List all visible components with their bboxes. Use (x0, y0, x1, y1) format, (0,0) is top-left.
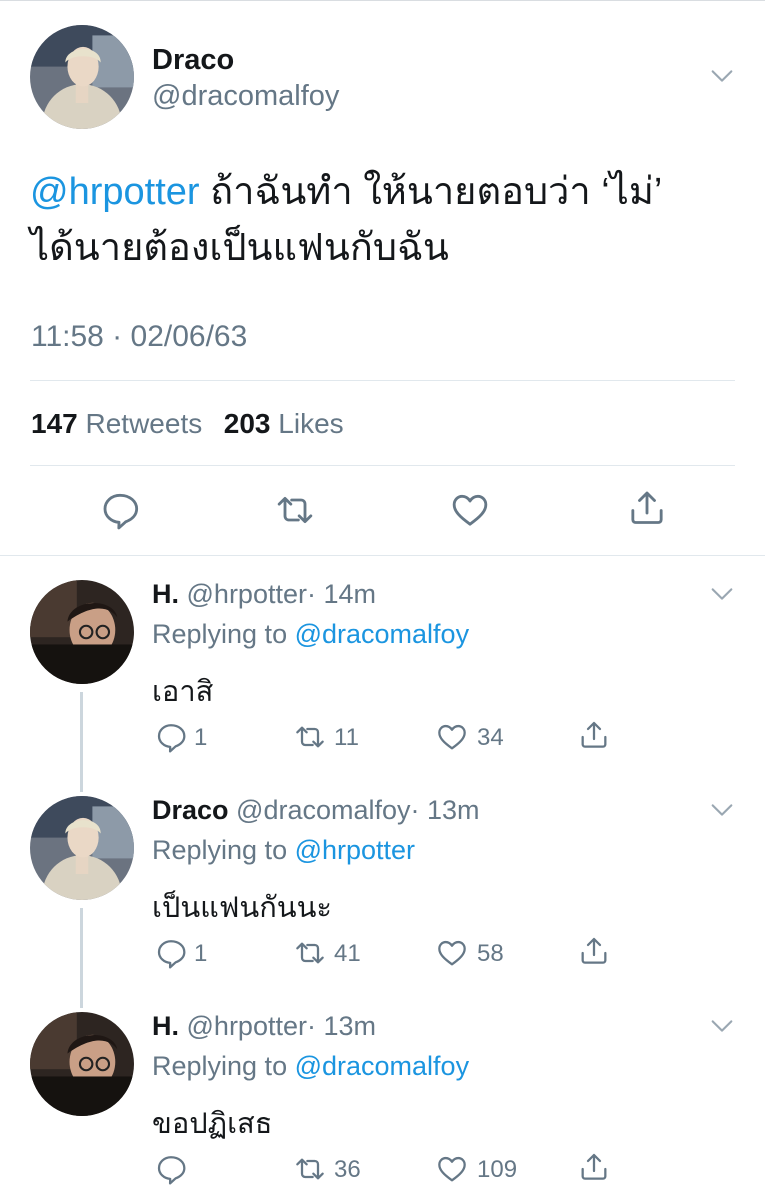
engagement-stats: 147 Retweets 203 Likes (31, 408, 344, 440)
retweet-button[interactable] (294, 721, 326, 753)
share-button[interactable] (578, 935, 610, 967)
tweet-text-line1: ถ้าฉันทำ ให้นายตอบว่า ‘ไม่’ (199, 171, 663, 213)
retweet-button[interactable] (294, 937, 326, 969)
replying-to: Replying to @dracomalfoy (152, 1051, 469, 1082)
retweet-count: 11 (334, 724, 359, 751)
heart-icon (436, 937, 468, 969)
chevron-down-icon[interactable] (708, 580, 736, 608)
reply-header: H. @hrpotter· 14m (152, 579, 376, 610)
reply-header: Draco @dracomalfoy· 13m (152, 795, 480, 826)
author-name[interactable]: Draco (152, 795, 229, 825)
retweet-icon (294, 1153, 326, 1185)
share-icon (578, 935, 610, 967)
reply-text: ขอปฏิเสธ (152, 1108, 273, 1140)
speech-bubble-icon (155, 937, 187, 969)
retweet-count: 36 (334, 1156, 361, 1183)
reply-button[interactable] (100, 490, 140, 530)
divider (0, 555, 765, 556)
replying-prefix: Replying to (152, 1051, 295, 1081)
retweets-count[interactable]: 147 (31, 408, 78, 439)
speech-bubble-icon (155, 721, 187, 753)
share-button[interactable] (627, 488, 667, 528)
reply-button[interactable] (155, 1153, 187, 1185)
avatar[interactable] (30, 25, 134, 129)
chevron-down-icon[interactable] (708, 1012, 736, 1040)
mention-link[interactable]: @hrpotter (30, 171, 200, 213)
timestamp[interactable]: 11:58 · 02/06/63 (31, 320, 247, 354)
share-button[interactable] (578, 719, 610, 751)
like-button[interactable] (436, 721, 468, 753)
author-handle[interactable]: @dracomalfoy (152, 80, 339, 113)
thread-line (80, 908, 83, 1008)
like-count: 34 (477, 724, 504, 751)
heart-icon (436, 721, 468, 753)
replying-to-link[interactable]: @dracomalfoy (295, 619, 469, 649)
author-handle[interactable]: @hrpotter (187, 579, 307, 609)
reply-time: · 13m (410, 795, 480, 825)
author-name[interactable]: Draco (152, 44, 234, 77)
author-handle[interactable]: @hrpotter (187, 1011, 307, 1041)
replying-to-link[interactable]: @dracomalfoy (295, 1051, 469, 1081)
top-border (0, 0, 765, 1)
retweet-icon (275, 490, 315, 530)
speech-bubble-icon (100, 490, 140, 530)
chevron-down-icon[interactable] (708, 62, 736, 90)
likes-label[interactable]: Likes (278, 408, 343, 439)
reply-count: 1 (194, 940, 208, 967)
like-button[interactable] (436, 937, 468, 969)
replying-prefix: Replying to (152, 835, 295, 865)
retweet-count: 41 (334, 940, 361, 967)
chevron-down-icon[interactable] (708, 796, 736, 824)
reply-count: 1 (194, 724, 208, 751)
replying-to: Replying to @hrpotter (152, 835, 415, 866)
retweet-icon (294, 721, 326, 753)
like-button[interactable] (436, 1153, 468, 1185)
speech-bubble-icon (155, 1153, 187, 1185)
retweets-label[interactable]: Retweets (86, 408, 203, 439)
heart-icon (436, 1153, 468, 1185)
retweet-button[interactable] (294, 1153, 326, 1185)
reply-time: · 13m (306, 1011, 377, 1041)
reply-text: เป็นแฟนกันนะ (152, 892, 332, 924)
author-handle[interactable]: @dracomalfoy (236, 795, 410, 825)
replying-to-link[interactable]: @hrpotter (295, 835, 415, 865)
avatar[interactable] (30, 796, 134, 900)
thread-line (80, 692, 83, 792)
share-button[interactable] (578, 1151, 610, 1183)
like-count: 58 (477, 940, 504, 967)
like-count: 109 (477, 1156, 518, 1183)
share-icon (578, 1151, 610, 1183)
share-icon (627, 488, 667, 528)
retweet-icon (294, 937, 326, 969)
author-name[interactable]: H. (152, 1011, 179, 1041)
heart-icon (450, 490, 490, 530)
reply-text: เอาสิ (152, 676, 214, 708)
avatar[interactable] (30, 580, 134, 684)
divider (30, 380, 735, 381)
replying-prefix: Replying to (152, 619, 295, 649)
divider (30, 465, 735, 466)
retweet-button[interactable] (275, 490, 315, 530)
share-icon (578, 719, 610, 751)
reply-header: H. @hrpotter· 13m (152, 1011, 376, 1042)
reply-button[interactable] (155, 721, 187, 753)
avatar[interactable] (30, 1012, 134, 1116)
author-name[interactable]: H. (152, 579, 179, 609)
like-button[interactable] (450, 490, 490, 530)
likes-count[interactable]: 203 (224, 408, 271, 439)
tweet-text: @hrpotter ถ้าฉันทำ ให้นายตอบว่า ‘ไม่’ (30, 166, 662, 218)
tweet-text-line2: ได้นายต้องเป็นแฟนกับฉัน (30, 227, 449, 269)
reply-button[interactable] (155, 937, 187, 969)
replying-to: Replying to @dracomalfoy (152, 619, 469, 650)
reply-time: · 14m (306, 579, 377, 609)
